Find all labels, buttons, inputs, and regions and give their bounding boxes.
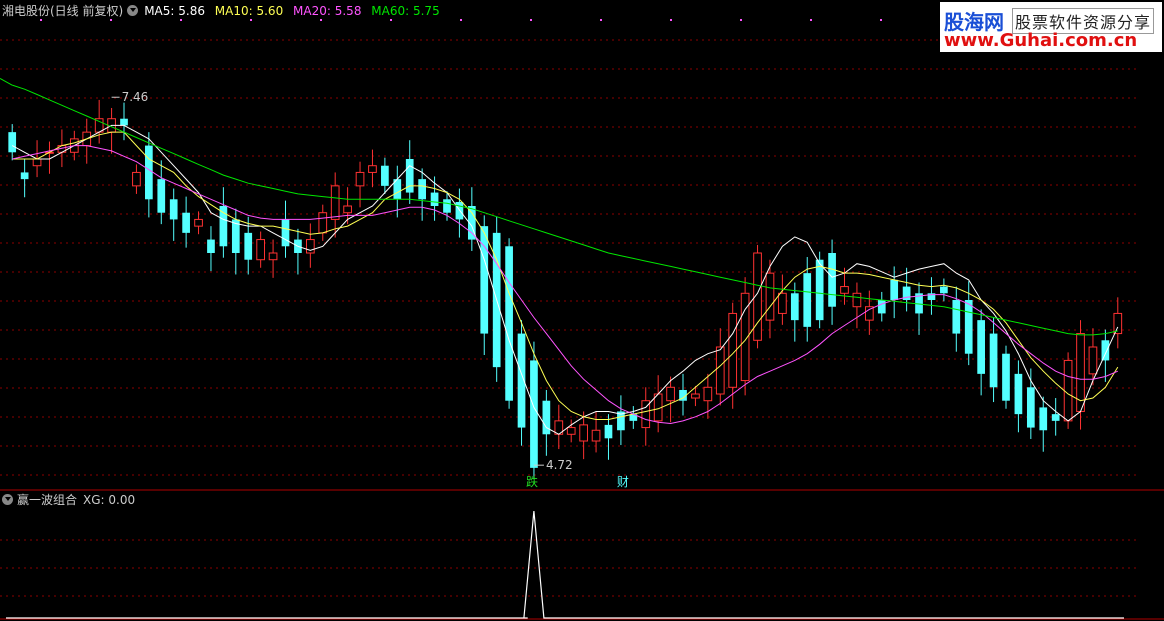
stock-title: 湘电股份(日线 前复权): [2, 4, 124, 18]
sub-header: 赢一波组合 XG: 0.00: [2, 491, 135, 508]
low-price-label: 4.72: [546, 458, 573, 472]
candle-body: [790, 293, 799, 321]
candle-body: [305, 239, 315, 254]
candle-body: [268, 252, 278, 261]
candle-body: [803, 273, 812, 327]
candle-body: [430, 192, 439, 206]
top-dot: [390, 19, 392, 21]
top-dot: [530, 19, 532, 21]
candle-body: [604, 424, 613, 439]
candle-body: [877, 300, 886, 314]
candle-body: [715, 346, 725, 395]
top-dot: [40, 19, 42, 21]
signal-cai-label: 财: [617, 475, 629, 489]
ma10-label: MA10: 5.60: [214, 4, 284, 18]
high-price-label: 7.46: [122, 90, 149, 104]
xg-signal-line: [6, 510, 1124, 619]
candle-body: [443, 199, 451, 213]
candle-body: [182, 212, 190, 233]
xg-label: XG: 0.00: [83, 493, 136, 507]
candle-body: [381, 165, 389, 186]
ma5-label: MA5: 5.86: [144, 4, 205, 18]
top-dot: [320, 19, 322, 21]
candle-body: [691, 393, 700, 399]
top-dot: [250, 19, 252, 21]
candle-body: [330, 185, 340, 220]
candle-body: [952, 300, 961, 334]
candle-body: [591, 429, 601, 442]
candle-body: [566, 427, 576, 435]
ma-line-ma10: [12, 131, 1119, 420]
candle-body: [940, 286, 948, 294]
candle-body: [120, 118, 128, 126]
candle-body: [219, 206, 228, 247]
candle-body: [20, 172, 29, 180]
candle-body: [765, 272, 775, 321]
candle-body: [256, 239, 266, 261]
candle-body: [778, 292, 787, 314]
candle-body: [244, 232, 253, 260]
candle-body: [1002, 353, 1010, 401]
candle-body: [480, 226, 489, 334]
candle-body: [1039, 407, 1048, 431]
chart-area: 7.46 4.72 跌 财: [0, 19, 1164, 620]
candle-body: [530, 360, 538, 468]
top-dot: [670, 19, 672, 21]
top-dot: [810, 19, 812, 21]
candle-body: [318, 212, 328, 234]
candle-body: [840, 286, 849, 294]
ma60-label: MA60: 5.75: [371, 4, 440, 18]
candle-body: [281, 219, 290, 247]
candle-body: [194, 218, 203, 227]
dropdown-icon[interactable]: [127, 5, 139, 16]
candle-body: [989, 333, 998, 388]
candle-body: [343, 205, 352, 214]
candle-body: [828, 253, 836, 307]
candle-body: [132, 171, 141, 187]
candle-body: [1101, 340, 1110, 361]
candle-body: [32, 158, 42, 167]
top-dot: [180, 19, 182, 21]
candle-body: [579, 424, 588, 442]
candle-body: [505, 246, 513, 401]
main-header: 湘电股份(日线 前复权) MA5: 5.86 MA10: 5.60 MA20: 5…: [2, 2, 446, 19]
ma-line-ma60-extension: [0, 77, 13, 86]
top-dot: [740, 19, 742, 21]
indicator-name: 赢一波组合: [17, 493, 78, 507]
candle-body: [1051, 414, 1060, 421]
candle-body: [145, 145, 153, 200]
top-dot: [460, 19, 462, 21]
candle-body: [207, 239, 215, 253]
candle-body: [418, 179, 426, 200]
candle-body: [703, 386, 713, 402]
candle-body: [355, 171, 365, 187]
top-dot: [600, 19, 602, 21]
top-dot: [880, 19, 882, 21]
candle-body: [8, 132, 17, 153]
ma-line-ma20: [12, 145, 1118, 425]
signal-die-label: 跌: [526, 474, 538, 489]
dropdown-icon[interactable]: [2, 494, 13, 505]
candle-body: [1088, 346, 1098, 375]
candle-body: [1026, 387, 1035, 428]
candle-body: [368, 165, 377, 173]
top-dot: [110, 19, 112, 21]
ma20-label: MA20: 5.58: [293, 4, 362, 18]
candle-body: [1014, 373, 1023, 415]
candle-body: [1063, 359, 1073, 422]
candle-body: [977, 320, 985, 374]
logo-url: www.Guhai.com.cn: [944, 30, 1138, 51]
candle-body: [666, 386, 675, 402]
candle-body: [169, 199, 178, 220]
candle-body: [890, 279, 899, 300]
candle-body: [815, 259, 824, 321]
candle-body: [1113, 312, 1123, 335]
site-logo: 股海网 股票软件资源分享 www.Guhai.com.cn: [940, 2, 1162, 52]
candle-body: [852, 292, 862, 308]
candle-body: [157, 179, 166, 213]
candle-body: [964, 300, 973, 354]
